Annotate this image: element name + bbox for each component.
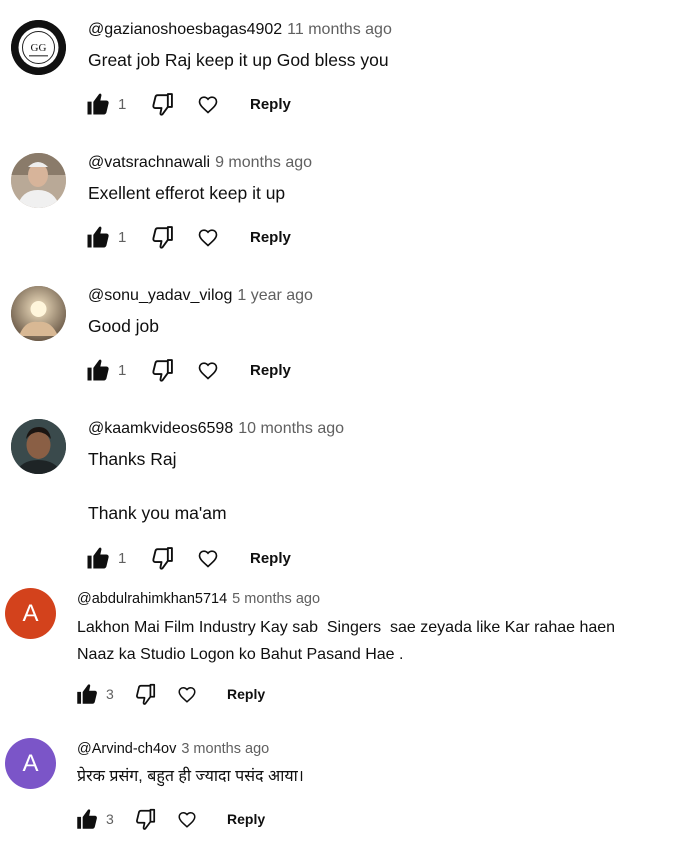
heart-button[interactable] (158, 683, 198, 705)
avatar[interactable]: A (5, 738, 56, 789)
comment-header: @abdulrahimkhan5714 5 months ago (77, 591, 320, 607)
thumbs-down-icon (152, 359, 173, 382)
comment-author[interactable]: @abdulrahimkhan5714 (77, 591, 227, 607)
comment-actions: 3 Reply (74, 681, 265, 707)
comment-header: @kaamkvideos6598 10 months ago (88, 420, 344, 438)
like-button[interactable]: 1 (84, 356, 140, 384)
comment-author[interactable]: @gazianoshoesbagas4902 (88, 21, 282, 38)
like-count: 3 (106, 686, 114, 702)
heart-icon (198, 96, 218, 114)
comment-author[interactable]: @kaamkvideos6598 (88, 420, 233, 437)
comment-actions: 1 Reply (84, 544, 291, 572)
avatar[interactable] (11, 286, 66, 341)
comment-text: Thanks Raj Thank you ma'am (88, 449, 227, 523)
heart-icon (178, 687, 196, 703)
dislike-button[interactable] (140, 223, 176, 251)
thumbs-down-icon (152, 547, 173, 570)
thumbs-up-icon (87, 93, 109, 115)
avatar-letter: A (22, 749, 39, 777)
thumbs-down-icon (152, 93, 173, 116)
heart-button[interactable] (176, 225, 220, 249)
dislike-button[interactable] (140, 544, 176, 572)
like-count: 3 (106, 811, 114, 827)
reply-button[interactable]: Reply (250, 550, 291, 567)
heart-button[interactable] (176, 92, 220, 116)
comment-time[interactable]: 3 months ago (181, 741, 269, 757)
heart-icon (198, 550, 218, 568)
thumbs-up-icon (77, 684, 97, 704)
thumbs-up-icon (77, 809, 97, 829)
thumbs-down-icon (136, 683, 156, 705)
comment-time[interactable]: 1 year ago (237, 287, 313, 304)
like-button[interactable]: 3 (74, 681, 126, 707)
heart-icon (198, 229, 218, 247)
thumbs-down-icon (152, 226, 173, 249)
dislike-button[interactable] (140, 356, 176, 384)
thumbs-down-icon (136, 808, 156, 830)
like-count: 1 (118, 228, 127, 246)
comment-header: @gazianoshoesbagas4902 11 months ago (88, 21, 392, 39)
comment-author[interactable]: @vatsrachnawali (88, 154, 210, 171)
avatar-letter: A (22, 599, 39, 627)
comment-header: @Arvind-ch4ov 3 months ago (77, 741, 269, 757)
comment-author[interactable]: @Arvind-ch4ov (77, 741, 176, 757)
comment-time[interactable]: 11 months ago (287, 21, 392, 38)
comment-text: Good job (88, 316, 160, 336)
hands-photo-icon (11, 286, 66, 341)
comment-text: Great job Raj keep it up God bless you (88, 50, 389, 70)
like-button[interactable]: 1 (84, 223, 140, 251)
like-button[interactable]: 1 (84, 90, 140, 118)
thumbs-up-icon (87, 226, 109, 248)
svg-text:GG: GG (31, 42, 47, 54)
dislike-button[interactable] (126, 681, 158, 707)
gg-logo-icon: GG (11, 20, 66, 75)
reply-button[interactable]: Reply (227, 686, 265, 702)
heart-button[interactable] (176, 546, 220, 570)
heart-button[interactable] (158, 808, 198, 830)
comment-actions: 1 Reply (84, 356, 291, 384)
dislike-button[interactable] (126, 806, 158, 832)
comment-actions: 3 Reply (74, 806, 265, 832)
comment-time[interactable]: 10 months ago (238, 420, 344, 437)
comment-text: Exellent efferot keep it up (88, 183, 286, 203)
comment-header: @sonu_yadav_vilog 1 year ago (88, 287, 313, 305)
avatar[interactable] (11, 419, 66, 474)
comment-time[interactable]: 9 months ago (215, 154, 312, 171)
reply-button[interactable]: Reply (250, 362, 291, 379)
avatar[interactable]: A (5, 588, 56, 639)
person-photo-icon (11, 153, 66, 208)
comment-actions: 1 Reply (84, 223, 291, 251)
thumbs-up-icon (87, 547, 109, 569)
comment-author[interactable]: @sonu_yadav_vilog (88, 287, 232, 304)
reply-button[interactable]: Reply (250, 96, 291, 113)
comment-actions: 1 Reply (84, 90, 291, 118)
dislike-button[interactable] (140, 90, 176, 118)
heart-icon (178, 812, 196, 828)
person-photo-icon (11, 419, 66, 474)
heart-button[interactable] (176, 358, 220, 382)
comment-text: प्रेरक प्रसंग, बहुत ही ज्यादा पसंद आया। (77, 768, 304, 785)
like-button[interactable]: 1 (84, 544, 140, 572)
like-count: 1 (118, 95, 127, 113)
heart-icon (198, 362, 218, 380)
comment-text: Lakhon Mai Film Industry Kay sab Singers… (77, 619, 616, 663)
like-count: 1 (118, 549, 127, 567)
reply-button[interactable]: Reply (227, 811, 265, 827)
comment-time[interactable]: 5 months ago (232, 591, 320, 607)
thumbs-up-icon (87, 359, 109, 381)
like-count: 1 (118, 361, 127, 379)
like-button[interactable]: 3 (74, 806, 126, 832)
avatar[interactable]: GG (11, 20, 66, 75)
comment-header: @vatsrachnawali 9 months ago (88, 154, 312, 172)
avatar[interactable] (11, 153, 66, 208)
reply-button[interactable]: Reply (250, 229, 291, 246)
